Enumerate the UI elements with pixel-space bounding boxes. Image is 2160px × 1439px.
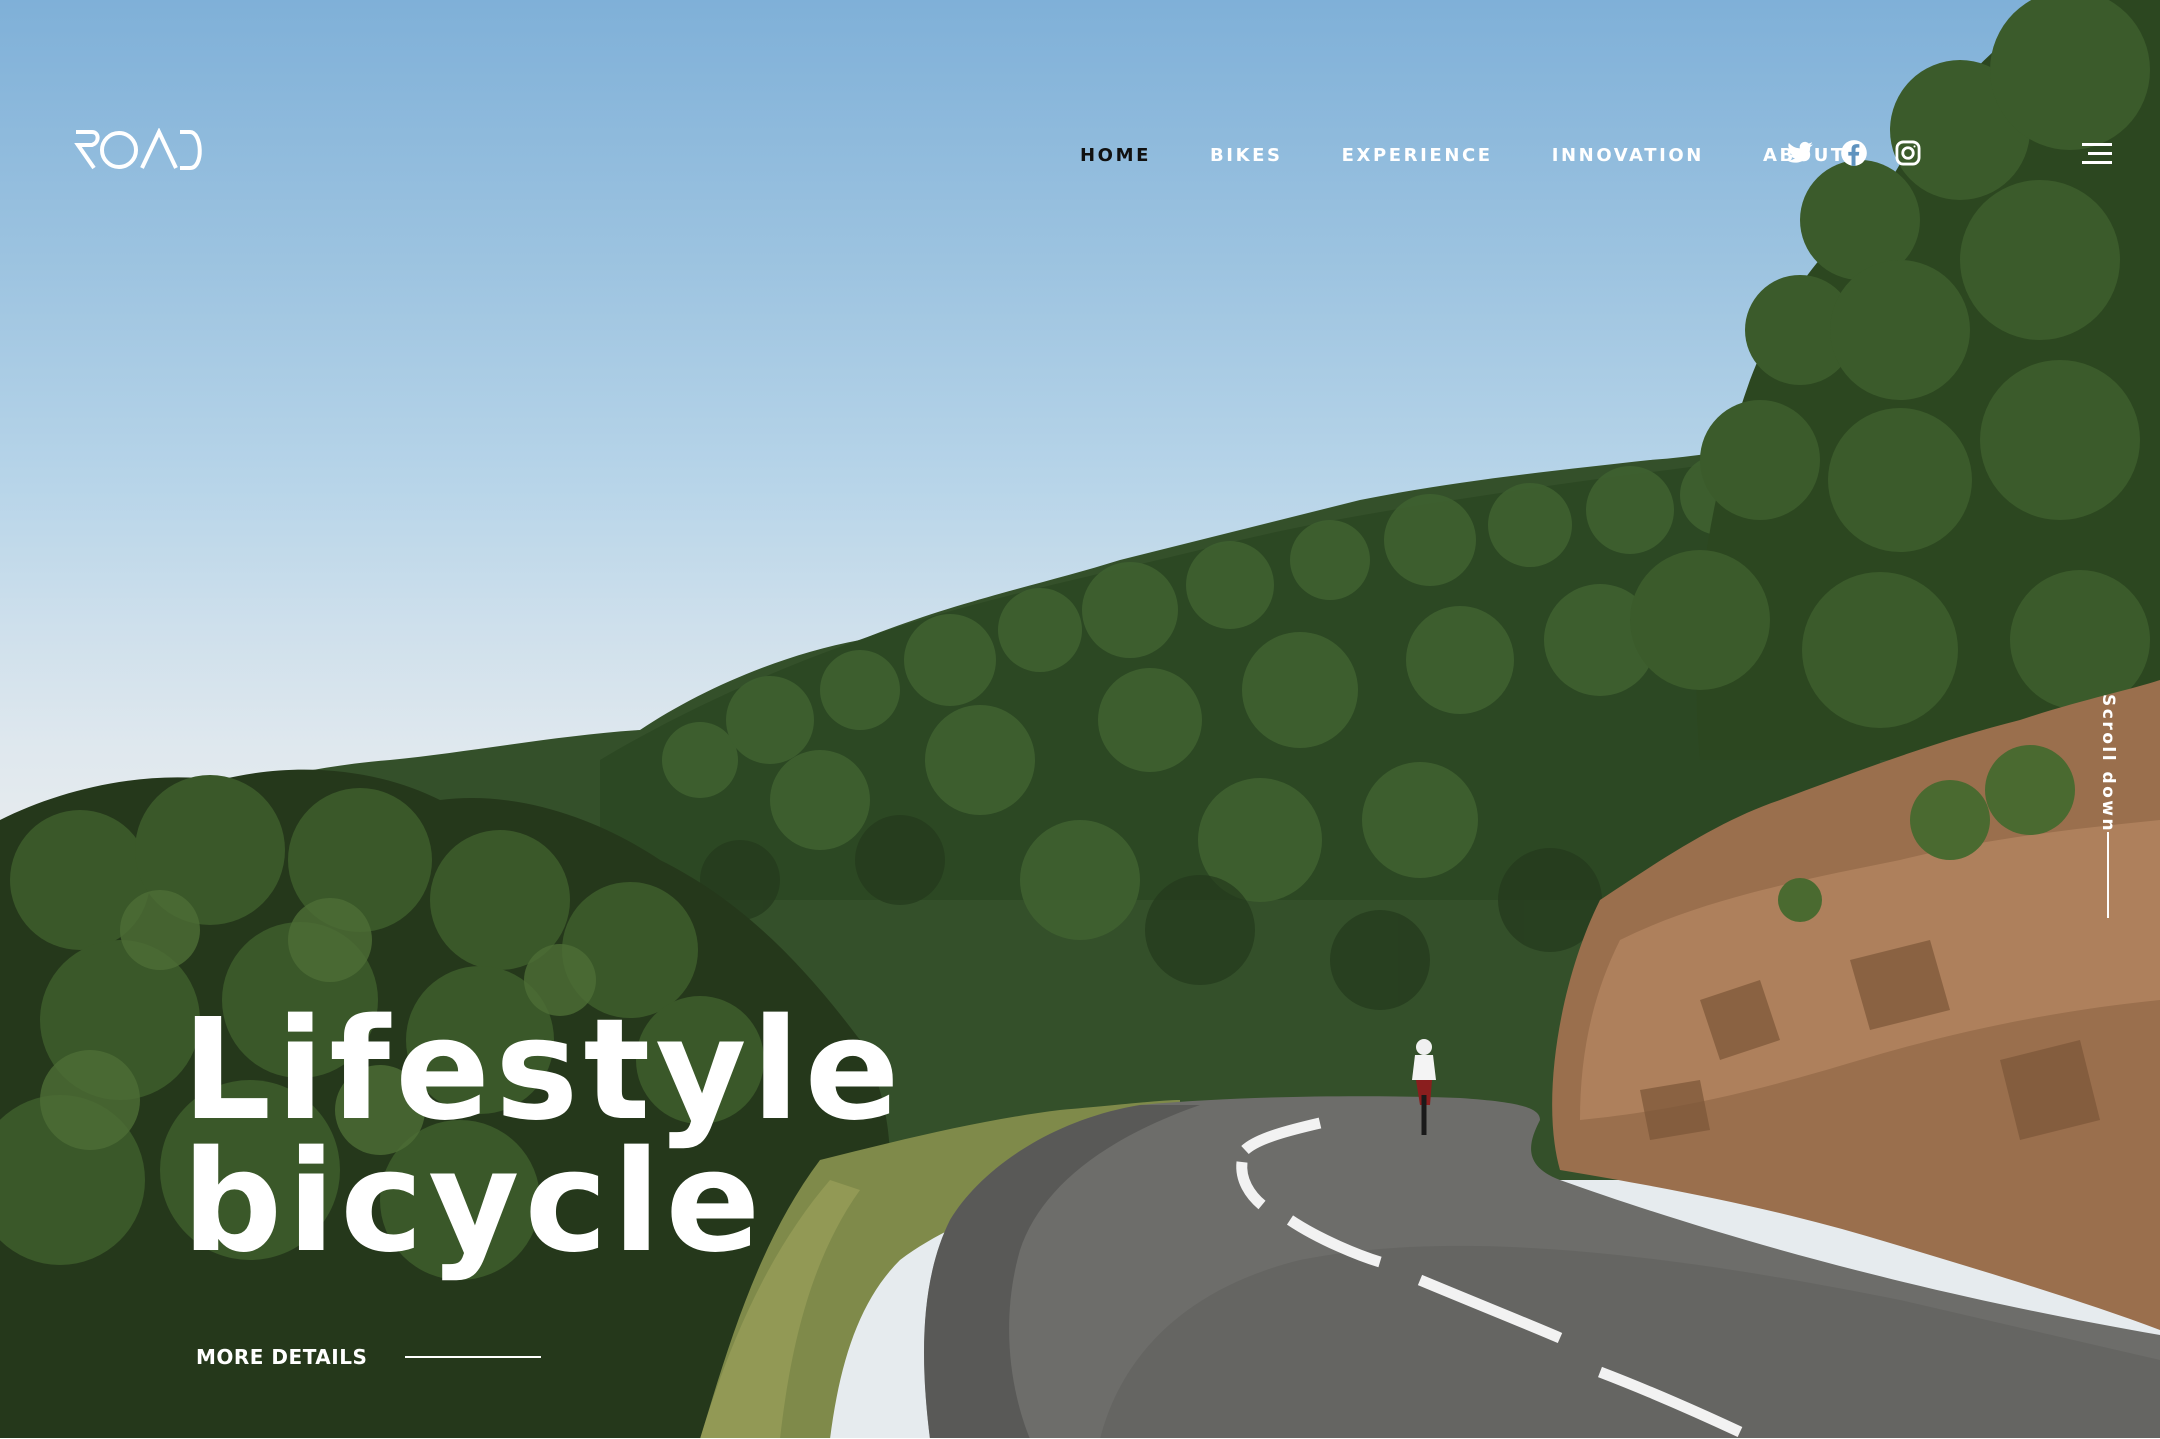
more-details-line	[405, 1356, 542, 1358]
more-details-link[interactable]: MORE DETAILS	[196, 1345, 542, 1369]
road-logo[interactable]	[74, 128, 206, 172]
hero-section: HOME BIKES EXPERIENCE INNOVATION ABOUT S…	[0, 0, 2160, 1439]
instagram-icon[interactable]	[1894, 139, 1922, 167]
scroll-down-line	[2107, 832, 2109, 918]
scroll-down-indicator[interactable]: Scroll down	[2094, 694, 2124, 918]
main-nav: HOME BIKES EXPERIENCE INNOVATION ABOUT	[1080, 140, 1905, 170]
hero-headline-line1: Lifestyle	[182, 989, 905, 1152]
nav-item-experience[interactable]: EXPERIENCE	[1342, 145, 1493, 166]
twitter-icon[interactable]	[1786, 139, 1814, 167]
hero-headline: Lifestyle bicycle	[182, 989, 905, 1284]
scroll-down-label: Scroll down	[2098, 694, 2118, 834]
nav-item-home[interactable]: HOME	[1080, 145, 1151, 166]
nav-item-bikes[interactable]: BIKES	[1210, 145, 1283, 166]
social-links	[1786, 139, 1948, 167]
facebook-icon[interactable]	[1840, 139, 1868, 167]
hero-headline-line2: bicycle	[182, 1121, 766, 1284]
more-details-label: MORE DETAILS	[196, 1345, 368, 1369]
nav-item-innovation[interactable]: INNOVATION	[1552, 145, 1704, 166]
hamburger-menu-icon[interactable]	[2082, 143, 2112, 165]
